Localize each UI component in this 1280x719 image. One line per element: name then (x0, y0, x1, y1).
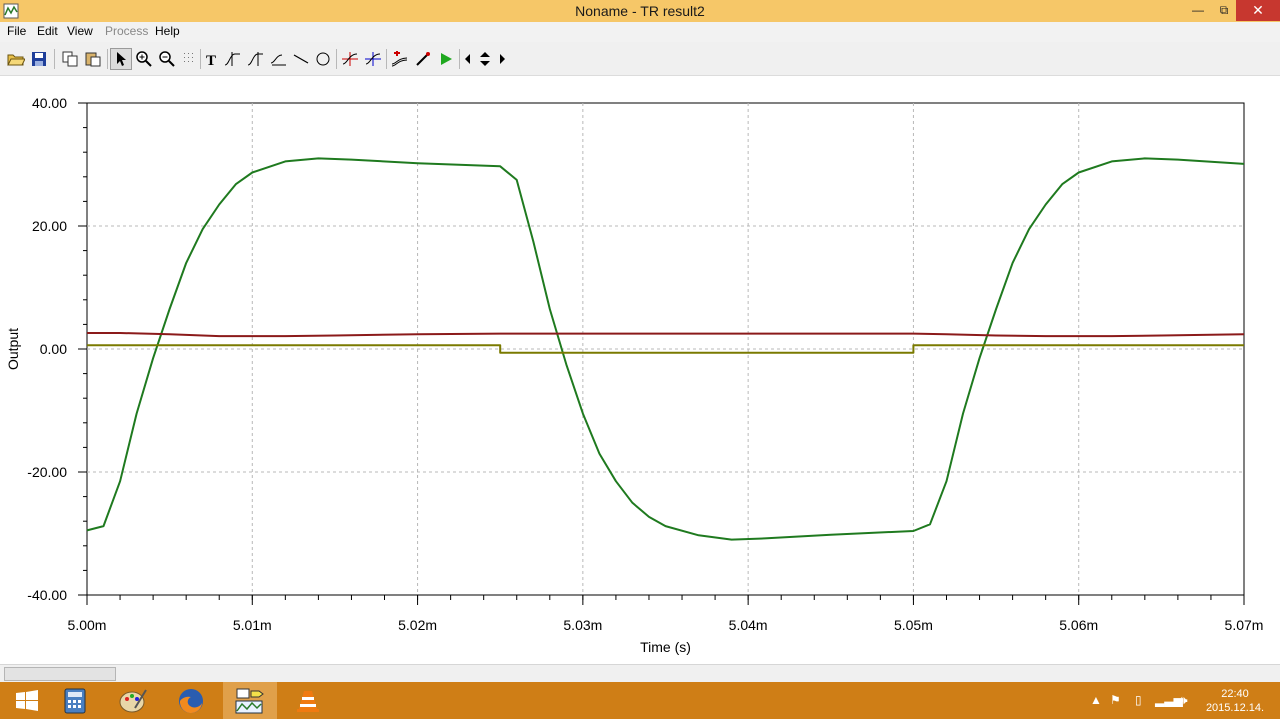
menu-help[interactable]: Help (155, 24, 180, 38)
paste-icon[interactable] (82, 48, 104, 70)
x-tick-label: 5.02m (398, 617, 437, 633)
text-tool-icon[interactable]: T (200, 48, 222, 70)
x-tick-label: 5.07m (1225, 617, 1264, 633)
svg-text:T: T (206, 53, 216, 67)
clock-date: 2015.12.14. (1205, 702, 1265, 714)
windows-start-icon[interactable] (0, 682, 54, 719)
menu-view[interactable]: View (67, 24, 93, 38)
zoom-in-icon[interactable] (133, 48, 155, 70)
vlc-icon[interactable] (281, 682, 335, 719)
clock-time: 22:40 (1221, 688, 1249, 700)
y-tick-label: 40.00 (32, 95, 67, 111)
zoom-100-icon[interactable] (156, 48, 178, 70)
arrow-tool-icon[interactable] (268, 48, 290, 70)
y-tick-label: -20.00 (27, 464, 67, 480)
select-arrow-icon[interactable] (110, 48, 132, 70)
scrollbar-thumb[interactable] (4, 667, 116, 681)
close-button[interactable]: ✕ (1236, 0, 1280, 21)
flag-icon[interactable]: ⚑ (1110, 693, 1121, 707)
show-hidden-icons-icon[interactable]: ▲ (1090, 693, 1102, 707)
output-chart[interactable]: 5.00m 5.01m 5.02m 5.03m 5.04m 5.05m 5.06m 5.07m… (0, 76, 1280, 664)
x-tick-label: 5.00m (68, 617, 107, 633)
cursor-b-icon[interactable] (245, 48, 267, 70)
calculator-icon[interactable] (48, 682, 102, 719)
save-icon[interactable] (28, 48, 50, 70)
clock[interactable]: 22:40 2015.12.14. (1198, 687, 1272, 715)
add-trace-icon[interactable] (389, 48, 411, 70)
horizontal-scrollbar[interactable] (0, 664, 1280, 682)
run-icon[interactable] (435, 48, 457, 70)
x-tick-label: 5.06m (1059, 617, 1098, 633)
volume-icon[interactable]: 🕪 (1180, 693, 1188, 708)
line-tool-icon[interactable] (290, 48, 312, 70)
x-tick-label: 5.01m (233, 617, 272, 633)
y-tick-label: 20.00 (32, 218, 67, 234)
scroll-right-icon[interactable] (495, 48, 509, 70)
x-tick-label: 5.03m (563, 617, 602, 633)
toolbar: T (0, 42, 1280, 76)
crosshair-b-icon[interactable] (362, 48, 384, 70)
scroll-left-icon[interactable] (461, 48, 475, 70)
y-tick-label: -40.00 (27, 587, 67, 603)
paint-icon[interactable] (106, 682, 160, 719)
minimize-button[interactable]: — (1185, 0, 1211, 21)
scroll-up-down-icon[interactable] (475, 48, 495, 70)
probe-icon[interactable] (412, 48, 434, 70)
copy-icon[interactable] (59, 48, 81, 70)
battery-icon[interactable]: ▯ (1135, 693, 1142, 707)
circle-tool-icon[interactable] (312, 48, 334, 70)
network-icon[interactable]: ▂▃▅ (1155, 693, 1183, 707)
plot-area[interactable]: 5.00m 5.01m 5.02m 5.03m 5.04m 5.05m 5.06m 5.07m… (0, 76, 1280, 664)
taskbar: ▲ ⚑ ▯ ▂▃▅ 🕪 22:40 2015.12.14. (0, 682, 1280, 719)
title-bar: Noname - TR result2 — ⧉ ✕ (0, 0, 1280, 22)
x-tick-label: 5.05m (894, 617, 933, 633)
x-axis-label: Time (s) (640, 639, 691, 655)
menu-edit[interactable]: Edit (37, 24, 58, 38)
grid-icon[interactable] (179, 48, 201, 70)
y-tick-label: 0.00 (40, 341, 67, 357)
restore-button[interactable]: ⧉ (1211, 0, 1237, 21)
window-title: Noname - TR result2 (575, 3, 705, 19)
tina-icon[interactable] (223, 682, 277, 719)
crosshair-icon[interactable] (339, 48, 361, 70)
cursor-a-icon[interactable] (222, 48, 244, 70)
x-tick-label: 5.04m (729, 617, 768, 633)
menu-file[interactable]: File (7, 24, 26, 38)
firefox-icon[interactable] (164, 682, 218, 719)
menu-process[interactable]: Process (105, 24, 148, 38)
y-axis-label: Output (5, 328, 21, 370)
open-icon[interactable] (5, 48, 27, 70)
menu-bar: File Edit View Process Help (0, 22, 1280, 42)
